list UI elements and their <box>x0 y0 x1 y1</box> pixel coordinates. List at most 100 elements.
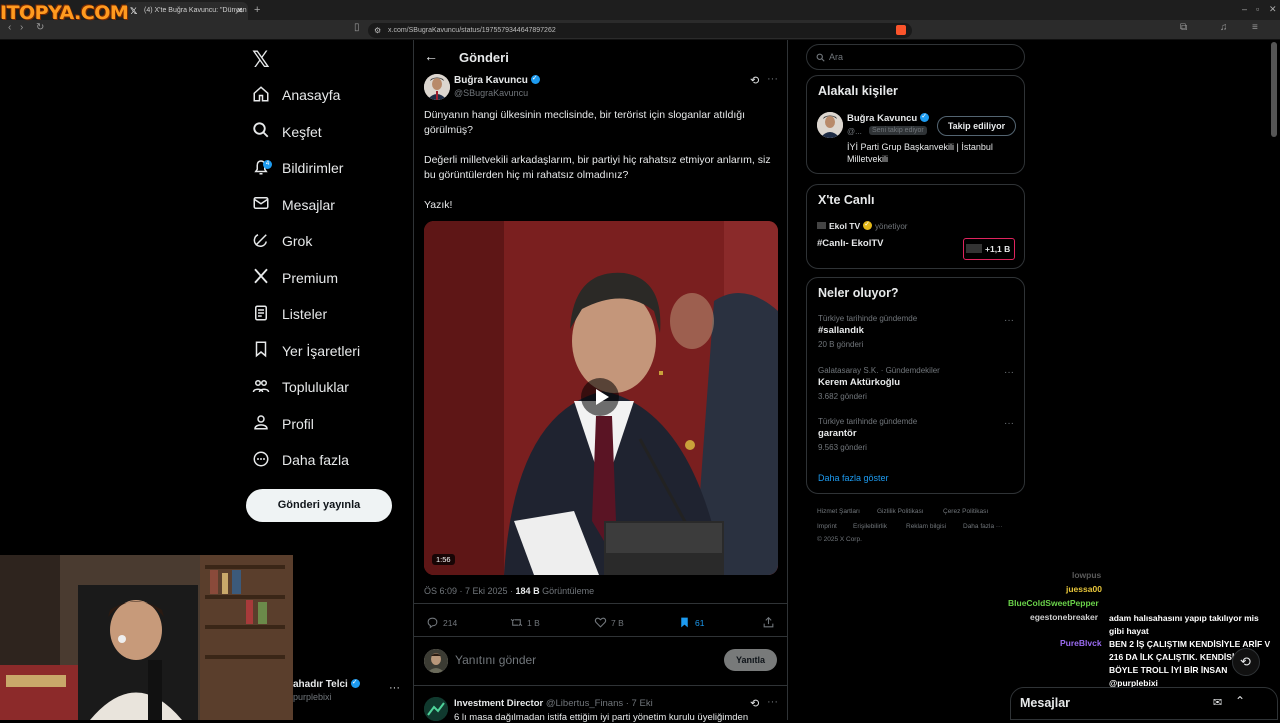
x-logo-icon[interactable]: 𝕏 <box>252 47 270 73</box>
repost-action[interactable]: 1 B <box>510 616 540 629</box>
reply-input[interactable]: Yanıtını gönder <box>455 653 536 667</box>
live-host[interactable]: Ekol TV <box>829 220 873 231</box>
webcam-image <box>0 555 293 720</box>
repost-count: 1 B <box>527 617 540 628</box>
nav-item-8[interactable]: Yer İşaretleri <box>252 338 360 364</box>
reply-submit-button[interactable]: Yanıtla <box>724 649 777 671</box>
account-more-icon[interactable]: ··· <box>389 682 400 694</box>
live-viewers-badge[interactable]: +1,1 B <box>963 238 1015 260</box>
notification-badge: 4 <box>263 159 272 169</box>
grok-icon: ⟲ <box>1240 654 1251 669</box>
site-settings-icon[interactable]: ⚙ <box>374 26 381 35</box>
footer-link[interactable]: Gizlilik Politikası <box>877 508 924 515</box>
grok-icon[interactable]: ⟲ <box>750 697 759 710</box>
media-icon[interactable]: ♫ <box>1220 22 1228 33</box>
reply-text: 6 lı masa dağılmadan istifa ettiğim iyi … <box>454 712 749 723</box>
back-arrow-icon[interactable]: ← <box>424 48 438 64</box>
nav-item-11[interactable]: Daha fazla <box>252 447 349 473</box>
view-count: 184 B <box>515 586 540 596</box>
trend-name: Kerem Aktürkoğlu <box>818 376 900 388</box>
nav-item-7[interactable]: Listeler <box>252 301 327 327</box>
nav-item-10[interactable]: Profil <box>252 411 314 437</box>
author-avatar[interactable] <box>424 74 450 100</box>
reply-more-icon[interactable]: ··· <box>767 696 778 708</box>
menu-icon[interactable]: ≡ <box>1252 22 1258 33</box>
show-more-link[interactable]: Daha fazla göster <box>818 473 889 483</box>
related-name[interactable]: Buğra Kavuncu <box>847 112 930 124</box>
window-close-icon[interactable]: ✕ <box>1269 4 1277 15</box>
bookmark-count: 61 <box>695 617 705 628</box>
nav-item-label: Keşfet <box>282 123 322 140</box>
divider <box>414 685 788 686</box>
trend-context: Türkiye tarihinde gündemde <box>818 417 918 426</box>
post-text-paragraph-2: Değerli milletvekili arkadaşlarım, bir p… <box>424 154 771 181</box>
nav-item-4[interactable]: Mesajlar <box>252 192 335 218</box>
live-title-link[interactable]: #Canlı- EkolTV <box>817 238 884 249</box>
expand-chevron-icon[interactable]: ⌃ <box>1235 694 1245 708</box>
new-message-icon[interactable]: ✉ <box>1213 696 1222 709</box>
nav-item-label: Profil <box>282 415 314 432</box>
bookmark-page-icon[interactable]: ▯ <box>354 22 360 33</box>
trend-more-icon[interactable]: ··· <box>1004 418 1014 429</box>
trend-count: 20 B gönderi <box>818 340 864 349</box>
post-more-icon[interactable]: ··· <box>767 73 778 85</box>
tab-close-icon[interactable]: ✕ <box>236 6 243 15</box>
related-bio: İYİ Parti Grup Başkanvekili | İstanbul M… <box>847 142 993 164</box>
browser-tab[interactable]: 𝕏 (4) X'te Buğra Kavuncu: "Dünyan ✕ <box>124 2 248 20</box>
reply-author-avatar[interactable] <box>424 697 448 721</box>
grok-floating-button[interactable]: ⟲ <box>1232 648 1260 676</box>
extensions-icon[interactable]: ⧉ <box>1180 22 1187 33</box>
repost-icon <box>510 618 523 627</box>
post-video[interactable]: 1:56 <box>424 221 778 575</box>
account-handle: purplebixi <box>293 692 332 702</box>
minimize-icon[interactable]: – <box>1242 4 1247 14</box>
post-button[interactable]: Gönderi yayınla <box>246 489 392 522</box>
footer-link[interactable]: Erişilebilirlik <box>853 523 887 530</box>
footer-link[interactable]: Imprint <box>817 523 837 530</box>
new-tab-icon[interactable]: + <box>254 4 260 16</box>
related-avatar[interactable] <box>817 112 843 138</box>
footer-link[interactable]: Çerez Politikası <box>943 508 988 515</box>
url-text: x.com/SBugraKavuncu/status/1975579344647… <box>388 27 556 34</box>
share-action[interactable] <box>762 616 779 629</box>
nav-item-5[interactable]: Grok <box>252 228 312 254</box>
url-input[interactable]: ⚙ x.com/SBugraKavuncu/status/19755793446… <box>368 23 912 38</box>
related-title: Alakalı kişiler <box>818 84 898 98</box>
trend-name: garantör <box>818 428 857 439</box>
page-scrollbar[interactable] <box>1271 42 1277 137</box>
messages-drawer[interactable]: Mesajlar ✉ ⌃ <box>1010 687 1278 720</box>
my-avatar[interactable] <box>424 649 448 673</box>
account-name[interactable]: ahadır Telci <box>293 678 360 690</box>
bookmark-action[interactable]: 61 <box>678 616 704 629</box>
following-button[interactable]: Takip ediliyor <box>937 116 1016 136</box>
search-input[interactable]: Ara <box>806 44 1025 70</box>
post-text-paragraph-3: Yazık! <box>424 199 453 211</box>
like-action[interactable]: 7 B <box>594 616 624 629</box>
author-name[interactable]: Buğra Kavuncu <box>454 74 540 86</box>
nav-item-9[interactable]: Topluluklar <box>252 374 349 400</box>
reply-action[interactable]: 214 <box>426 616 457 629</box>
author-handle[interactable]: @SBugraKavuncu <box>454 88 528 98</box>
trends-title: Neler oluyor? <box>818 286 899 300</box>
reply-author[interactable]: Investment Director @Libertus_Finans · 7… <box>454 698 653 709</box>
trend-more-icon[interactable]: ··· <box>1004 315 1014 326</box>
nav-item-1[interactable]: Anasayfa <box>252 82 340 108</box>
chat-username: BlueColdSweetPepper <box>1008 598 1099 608</box>
trend-more-icon[interactable]: ··· <box>1004 367 1014 378</box>
footer-link[interactable]: Reklam bilgisi <box>906 523 946 530</box>
home-icon <box>252 85 282 106</box>
footer-link[interactable]: Daha fazla ··· <box>963 523 1002 530</box>
chat-username: lowpus <box>1072 570 1102 580</box>
grok-icon[interactable]: ⟲ <box>750 74 759 87</box>
nav-item-2[interactable]: Keşfet <box>252 119 322 145</box>
tab-title: (4) X'te Buğra Kavuncu: "Dünyan <box>144 7 247 14</box>
related-people-card: Alakalı kişiler Buğra Kavuncu @... Seni … <box>806 75 1025 174</box>
brave-shield-icon[interactable] <box>896 25 906 35</box>
nav-item-6[interactable]: Premium <box>252 265 338 291</box>
related-handle: @... <box>847 127 862 136</box>
nav-item-3[interactable]: 4 Bildirimler <box>252 155 343 181</box>
play-button[interactable] <box>581 378 619 416</box>
nav-item-label: Topluluklar <box>282 379 349 395</box>
maximize-icon[interactable]: ▫ <box>1256 4 1259 14</box>
footer-link[interactable]: Hizmet Şartları <box>817 508 860 515</box>
